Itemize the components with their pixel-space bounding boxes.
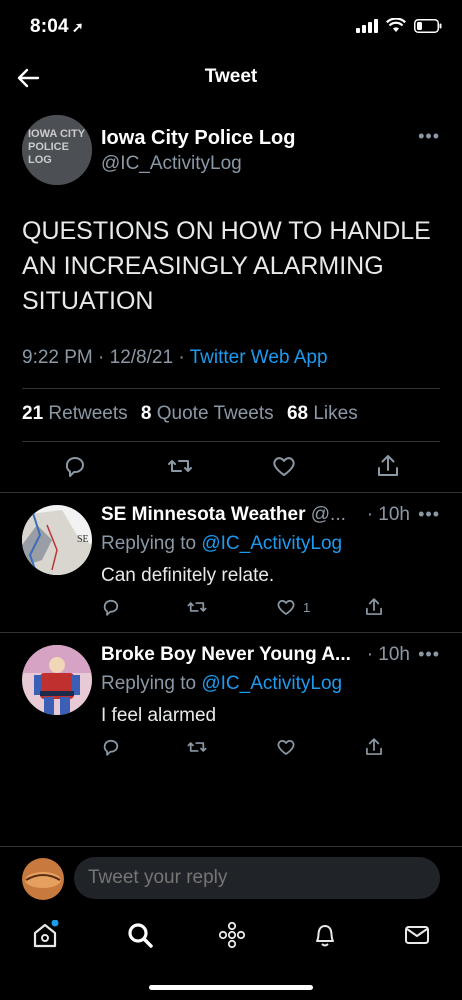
home-icon[interactable] [30,920,60,950]
minnesota-map-avatar-image: SE [22,505,92,575]
retweets-count: 21 [22,403,44,424]
reply-author-name[interactable]: Broke Boy Never Young A... [101,644,351,666]
mention-link[interactable]: @IC_ActivityLog [201,673,342,694]
retweets-stat[interactable]: 21 Retweets [22,403,128,424]
likes-stat[interactable]: 68 Likes [287,403,358,424]
reply-avatar[interactable] [22,645,92,715]
current-user-avatar[interactable] [22,858,64,900]
tweet-actions [0,452,462,482]
clock-text: 8:04 [30,16,69,37]
location-arrow-icon: ➚ [71,19,84,35]
cellular-signal-icon [356,18,378,33]
divider [22,388,440,389]
like-count: 1 [303,600,311,615]
quote-tweets-label: Quote Tweets [156,403,274,424]
reply-icon[interactable] [100,596,122,618]
search-icon[interactable] [125,920,155,950]
wifi-icon [386,18,406,32]
status-time: 8:04 ➚ [30,16,84,38]
notifications-icon[interactable] [310,920,340,950]
likes-count: 68 [286,403,309,424]
spaces-icon[interactable] [217,920,247,950]
avatar-text: IOWA CITY [28,128,86,140]
quote-tweets-stat[interactable]: 8 Quote Tweets [141,403,274,424]
reply-author-name-text: Broke Boy Never Young A... [101,644,351,665]
avatar-text: SE [77,534,89,545]
share-icon[interactable] [374,452,402,480]
reply-icon[interactable] [100,736,122,758]
more-options-icon[interactable]: ••• [418,644,440,665]
reply-input[interactable] [74,857,440,899]
share-icon[interactable] [363,596,385,618]
author-name[interactable]: Iowa City Police Log [101,127,295,150]
police-log-avatar-image: IOWA CITY POLICE LOG [22,115,92,185]
replying-to: Replying to @IC_ActivityLog [101,673,342,695]
reply-timestamp: · 10h [366,504,410,525]
divider [0,492,462,493]
replying-to-label: Replying to [101,533,202,554]
replying-to: Replying to @IC_ActivityLog [101,533,342,555]
cartoon-avatar-image [22,645,92,715]
top-nav-bar: Tweet [0,52,462,104]
more-options-icon[interactable]: ••• [418,126,440,147]
divider [0,632,462,633]
reply-text: I feel alarmed [101,705,217,726]
divider [0,846,462,847]
status-icons [356,18,442,33]
reply-author-name[interactable]: SE Minnesota Weather @... [101,504,346,526]
tweet-text: QUESTIONS ON HOW TO HANDLE AN INCREASING… [22,217,431,315]
page-title: Tweet [204,66,258,87]
mention-link[interactable]: @IC_ActivityLog [201,533,342,554]
retweet-icon[interactable] [186,596,208,618]
author-avatar[interactable]: IOWA CITY POLICE LOG [22,115,92,185]
battery-icon [414,18,442,33]
reply-avatar[interactable]: SE [22,505,92,575]
tweet-stats: 21 Retweets 8 Quote Tweets 68 Likes [22,403,366,425]
home-indicator[interactable] [149,985,313,990]
like-heart-icon[interactable] [270,452,298,480]
author-handle[interactable]: @IC_ActivityLog [101,153,242,175]
notification-dot [51,920,59,927]
reply-icon[interactable] [61,452,89,480]
tweet-timestamp: 9:22 PM · 12/8/21 · [22,347,190,368]
reply-author-name-text: SE Minnesota Weather [101,504,306,525]
likes-label: Likes [313,403,358,424]
quote-tweets-count: 8 [140,403,152,424]
svg-text:LOG: LOG [28,154,52,166]
reply-author-handle: @... [305,504,346,525]
retweets-label: Retweets [48,403,128,424]
reply-text: Can definitely relate. [101,565,275,586]
user-avatar-image [22,858,64,900]
more-options-icon[interactable]: ••• [418,504,440,525]
svg-text:POLICE: POLICE [28,141,69,153]
retweet-icon[interactable] [166,452,194,480]
tweet-metadata: 9:22 PM · 12/8/21 · Twitter Web App [22,347,328,369]
like-heart-icon[interactable] [275,596,297,618]
status-bar: 8:04 ➚ [0,0,462,52]
share-icon[interactable] [363,736,385,758]
replying-to-label: Replying to [101,673,202,694]
tweet-source-link[interactable]: Twitter Web App [190,347,328,368]
reply-timestamp: · 10h [366,644,410,665]
like-heart-icon[interactable] [275,736,297,758]
messages-icon[interactable] [402,920,432,950]
divider [22,441,440,442]
retweet-icon[interactable] [186,736,208,758]
